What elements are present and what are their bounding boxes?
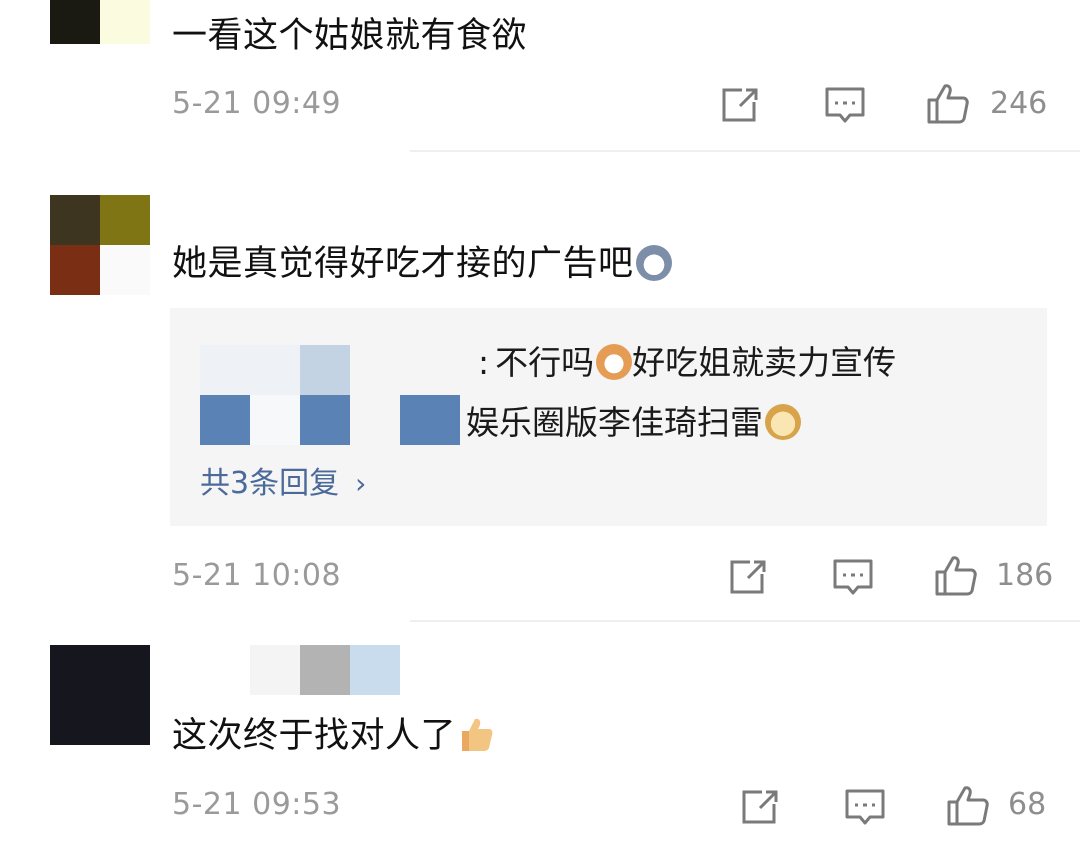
comment-icon[interactable] xyxy=(824,86,866,126)
like-icon[interactable] xyxy=(946,784,990,828)
thumbs-up-emoji-icon xyxy=(462,718,493,751)
comment-timestamp: 5-21 09:49 xyxy=(172,86,342,121)
husky-emoji-icon xyxy=(635,245,672,281)
comment-timestamp: 5-21 09:53 xyxy=(172,787,342,822)
reply-separator: : xyxy=(478,343,490,382)
reply-text: 娱乐圈版李佳琦扫雷 xyxy=(466,403,763,442)
share-icon[interactable] xyxy=(740,788,780,826)
divider xyxy=(410,620,1080,622)
divider xyxy=(410,150,1080,152)
like-icon[interactable] xyxy=(934,554,978,598)
reply-line: : 不行吗 好吃姐就卖力宣传 xyxy=(478,336,896,384)
comment-text-content: 她是真觉得好吃才接的广告吧 xyxy=(172,244,634,284)
avatar[interactable] xyxy=(50,645,150,745)
comment-timestamp: 5-21 10:08 xyxy=(172,558,342,593)
blurred-username xyxy=(250,645,410,695)
reply-line: 娱乐圈版李佳琦扫雷 xyxy=(466,396,801,444)
comment-text: 她是真觉得好吃才接的广告吧 xyxy=(172,242,672,286)
like-count: 186 xyxy=(996,558,1054,593)
cat-emoji-icon xyxy=(596,344,633,380)
reply-text-continued: 好吃姐就卖力宣传 xyxy=(632,343,897,382)
like-count: 246 xyxy=(990,86,1048,121)
like-icon[interactable] xyxy=(926,82,970,126)
more-replies-label: 共3条回复 xyxy=(200,466,340,501)
comment-text: 这次终于找对人了 xyxy=(172,714,494,758)
comment-icon[interactable] xyxy=(844,788,886,828)
like-count: 68 xyxy=(1008,787,1047,822)
comment-icon[interactable] xyxy=(832,558,874,598)
avatar[interactable] xyxy=(50,195,150,295)
share-icon[interactable] xyxy=(728,558,768,596)
avatar[interactable] xyxy=(50,0,150,44)
comment-text: 一看这个姑娘就有食欲 xyxy=(172,16,528,56)
reply-text: 不行吗 xyxy=(495,343,595,382)
doge-emoji-icon xyxy=(765,404,801,440)
more-replies-link[interactable]: 共3条回复 › xyxy=(200,458,366,502)
chevron-right-icon: › xyxy=(355,467,367,500)
share-icon[interactable] xyxy=(720,86,760,124)
comment-text-content: 这次终于找对人了 xyxy=(172,716,457,756)
blurred-username xyxy=(200,345,460,445)
